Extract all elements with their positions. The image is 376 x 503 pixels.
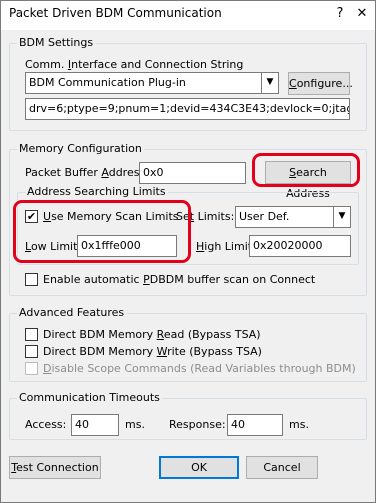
highlight-ring-search — [252, 153, 360, 187]
disable-scope-checkbox — [25, 362, 38, 375]
direct-read-checkbox[interactable] — [25, 328, 38, 341]
set-limits-value: User Def. — [239, 210, 290, 223]
plugin-select[interactable]: BDM Communication Plug-in ▼ — [25, 72, 279, 94]
disable-scope-label: Disable Scope Commands (Read Variables t… — [43, 362, 356, 375]
response-field[interactable]: 40 — [227, 414, 283, 436]
window-title: Packet Driven BDM Communication — [9, 6, 222, 20]
plugin-select-value: BDM Communication Plug-in — [29, 76, 186, 89]
set-limits-select[interactable]: User Def. ▼ — [235, 206, 351, 228]
address-limits-label: Address Searching Limits — [25, 185, 168, 198]
access-field[interactable]: 40 — [71, 414, 119, 436]
highlight-ring-scan-limits — [13, 200, 191, 263]
title-bar: Packet Driven BDM Communication ? ✕ — [1, 1, 375, 30]
configure-button[interactable]: Configure... — [288, 72, 353, 95]
access-unit: ms. — [125, 418, 145, 431]
response-unit: ms. — [289, 418, 309, 431]
memory-config-label: Memory Configuration — [17, 142, 144, 155]
auto-scan-label: Enable automatic PDBDM buffer scan on Co… — [43, 273, 316, 286]
access-label: Access: — [25, 418, 67, 431]
cancel-button[interactable]: Cancel — [246, 456, 318, 479]
high-limit-label: High Limit: — [196, 240, 256, 253]
close-icon[interactable]: ✕ — [351, 4, 373, 24]
response-label: Response: — [169, 418, 226, 431]
bdm-settings-label: BDM Settings — [17, 36, 96, 49]
dialog-window: Packet Driven BDM Communication ? ✕ BDM … — [0, 0, 376, 503]
direct-write-label: Direct BDM Memory Write (Bypass TSA) — [43, 345, 262, 358]
high-limit-field[interactable]: 0x20020000 — [249, 235, 351, 257]
chevron-down-icon[interactable]: ▼ — [333, 207, 350, 227]
conn-interface-label: Comm. Interface and Connection String — [25, 58, 244, 71]
auto-scan-checkbox[interactable] — [25, 273, 38, 286]
direct-write-checkbox[interactable] — [25, 345, 38, 358]
ok-button[interactable]: OK — [159, 456, 239, 479]
direct-read-label: Direct BDM Memory Read (Bypass TSA) — [43, 328, 261, 341]
packet-buffer-field[interactable]: 0x0 — [139, 162, 246, 184]
advanced-label: Advanced Features — [17, 306, 127, 319]
connection-string-field[interactable]: drv=6;ptype=9;pnum=1;devid=434C3E43;devl… — [25, 98, 350, 120]
packet-buffer-label: Packet Buffer Address: — [25, 166, 149, 179]
test-connection-button[interactable]: Test Connection — [9, 456, 101, 479]
timeouts-label: Communication Timeouts — [17, 391, 162, 404]
help-icon[interactable]: ? — [329, 4, 351, 24]
chevron-down-icon[interactable]: ▼ — [261, 73, 278, 93]
